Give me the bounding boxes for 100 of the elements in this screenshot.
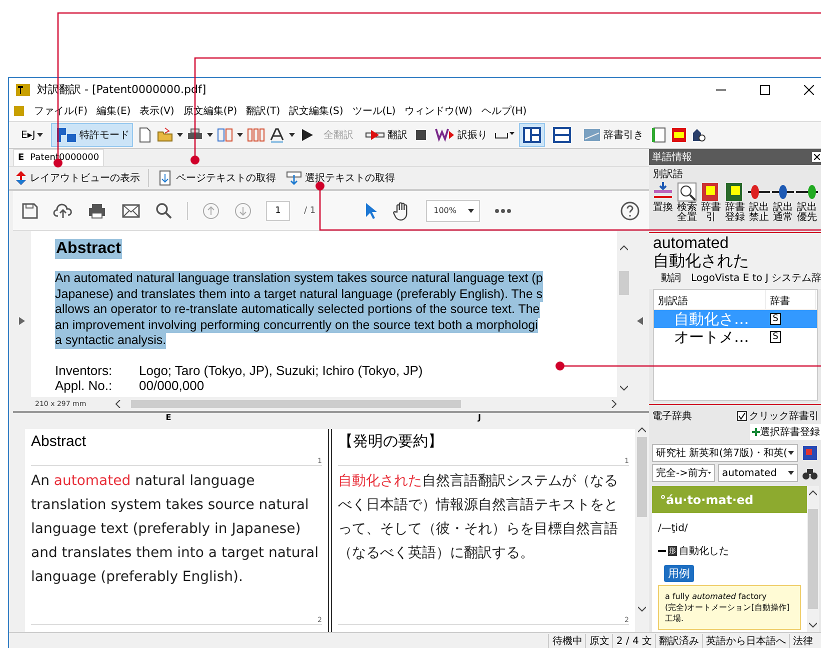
scroll-down-icon — [638, 606, 646, 612]
font-size-icon — [269, 127, 286, 143]
page-text-button[interactable]: ページテキストの取得 — [155, 170, 278, 186]
menu-item[interactable]: 翻訳(T) — [246, 104, 280, 118]
alternative-row[interactable]: 自動化さ… S — [654, 310, 817, 328]
translated-text: 自動化された 自然言語翻訳システムが（なるべく日本語で）情報源自然言語テキストをとって、そして（彼・それ）らを目標自然言語（なるべく英語）に翻訳する。 — [338, 472, 619, 563]
checkmark-icon — [738, 412, 746, 420]
status-cell: 英語から日本語へ — [702, 634, 789, 648]
dictionary-badge: S — [770, 331, 781, 343]
example-box: a fully automated factory (完全)オートメーション[自動操作]工場. — [658, 585, 801, 630]
scroll-up-icon — [638, 427, 646, 433]
example-tag: 用例 — [664, 565, 694, 582]
close-icon — [814, 154, 820, 160]
print-icon — [87, 202, 107, 220]
caret-icon — [207, 132, 214, 138]
status-cell: 法律 — [789, 634, 816, 648]
tool-button[interactable]: 辞書引 — [699, 181, 723, 232]
arrow-icon — [365, 127, 386, 143]
left-panel-arrow-icon — [19, 317, 25, 325]
furigana-button[interactable]: 訳振り — [431, 123, 492, 147]
click-lookup-checkbox[interactable]: クリック辞書引 — [737, 409, 819, 423]
new-document-icon — [137, 127, 154, 143]
caret-icon — [177, 132, 184, 138]
caret-icon — [37, 132, 44, 138]
side-by-side-layout-button[interactable] — [519, 123, 546, 147]
source-text: An automated natural language translation system takes source natural language text (preferably in Japanese) and translates them into a target natural language (preferably English). — [31, 472, 320, 587]
menu-item[interactable]: ウィンドウ(W) — [404, 104, 472, 118]
translate-button[interactable]: 翻訳 — [361, 123, 412, 147]
dictionary-badge: S — [770, 313, 781, 325]
status-cell: 2 / 4 文 — [612, 634, 655, 648]
pointer-icon — [364, 202, 378, 220]
selected-text-button[interactable]: 選択テキストの取得 — [284, 170, 397, 186]
more-icon — [494, 208, 512, 214]
register-dictionary-button[interactable]: 選択辞書登録 — [750, 424, 821, 440]
scroll-up-icon — [620, 245, 628, 251]
scrollbar-thumb[interactable] — [619, 271, 629, 295]
dictionary-lookup-button[interactable]: 辞書引き — [579, 123, 648, 147]
page-number-field[interactable]: 1 — [266, 200, 290, 220]
pronunciation: /—ţid/ — [657, 522, 689, 536]
word-translation: 自動化された — [653, 253, 750, 271]
direction-dropdown[interactable]: E▸J — [17, 123, 48, 147]
match-dropdown[interactable]: 完全->前方 — [652, 464, 715, 482]
help-icon — [620, 200, 640, 220]
layout-view-button[interactable]: レイアウトビューの表示 — [13, 170, 142, 186]
column-header: J — [476, 413, 482, 424]
space-icon — [495, 132, 516, 138]
tool-button[interactable]: 訳出優先 — [795, 181, 819, 232]
field-value: 00/000,000 — [139, 378, 204, 394]
status-cell: 原文 — [585, 634, 612, 648]
abstract-heading: Abstract — [55, 239, 122, 259]
sense-text: 自動化した — [679, 545, 729, 558]
scrollbar-thumb[interactable] — [637, 437, 647, 517]
menu-item[interactable]: ツール(L) — [352, 104, 396, 118]
source-word: automated — [653, 235, 730, 253]
right-panel-arrow-icon — [637, 317, 643, 325]
caret-icon — [788, 450, 794, 456]
menu-item[interactable]: ヘルプ(H) — [481, 104, 527, 118]
scrollbar-thumb[interactable] — [808, 509, 818, 609]
two-columns-icon — [217, 127, 234, 143]
save-icon — [21, 202, 39, 220]
stop-icon — [415, 129, 428, 141]
patent-mode-button[interactable]: 特許モード — [51, 123, 134, 147]
scroll-down-icon — [809, 622, 817, 628]
close-icon — [804, 84, 814, 94]
panel-title: 単語情報 — [652, 150, 692, 164]
menu-item[interactable]: 編集(E) — [96, 104, 131, 118]
menu-item[interactable]: 訳文編集(S) — [289, 104, 344, 118]
cloud-upload-icon — [53, 202, 73, 220]
status-cell: 翻訳済み — [655, 634, 702, 648]
magnifier-icon — [676, 181, 698, 203]
three-columns-icon — [247, 127, 266, 143]
column-header: 別訳語 — [654, 290, 766, 309]
zoom-dropdown[interactable]: 100% — [426, 200, 480, 222]
search-field[interactable]: automated — [718, 464, 798, 482]
field-label: Inventors: — [55, 362, 114, 378]
scroll-right-icon — [611, 400, 617, 408]
field-value: Logo; Taro (Tokyo, JP), Suzuki; Ichiro (Tokyo, JP) — [139, 362, 423, 378]
scrollbar-thumb[interactable] — [131, 400, 461, 408]
search-icon — [155, 202, 173, 220]
tool-button[interactable]: 辞書登録 — [723, 181, 747, 232]
tool-button[interactable]: 訳出通常 — [771, 181, 795, 232]
close-button[interactable] — [812, 152, 821, 162]
column-header: E — [164, 413, 172, 424]
segment-title: Abstract — [31, 432, 86, 452]
scroll-left-icon — [115, 400, 121, 408]
plus-icon — [752, 428, 760, 436]
tool-button[interactable]: 検索全置 — [675, 181, 699, 232]
status-cell: 待機中 — [548, 634, 586, 648]
open-folder-icon — [157, 127, 174, 143]
menu-item[interactable]: 表示(V) — [140, 104, 174, 118]
tool-button[interactable]: 置換 — [651, 181, 675, 232]
dictionary-dropdown[interactable]: 研究社 新英和(第7版)・和英( — [652, 444, 798, 462]
caret-icon — [468, 208, 474, 214]
up-down-arrow-icon — [15, 170, 27, 186]
page-count: / 1 — [304, 206, 316, 216]
tool-button[interactable]: 訳出禁止 — [747, 181, 771, 232]
caret-icon — [788, 470, 794, 476]
scroll-up-icon — [809, 490, 817, 496]
caret-icon — [289, 132, 296, 138]
entry-headword: °áu·to·mat·ed — [652, 486, 807, 513]
